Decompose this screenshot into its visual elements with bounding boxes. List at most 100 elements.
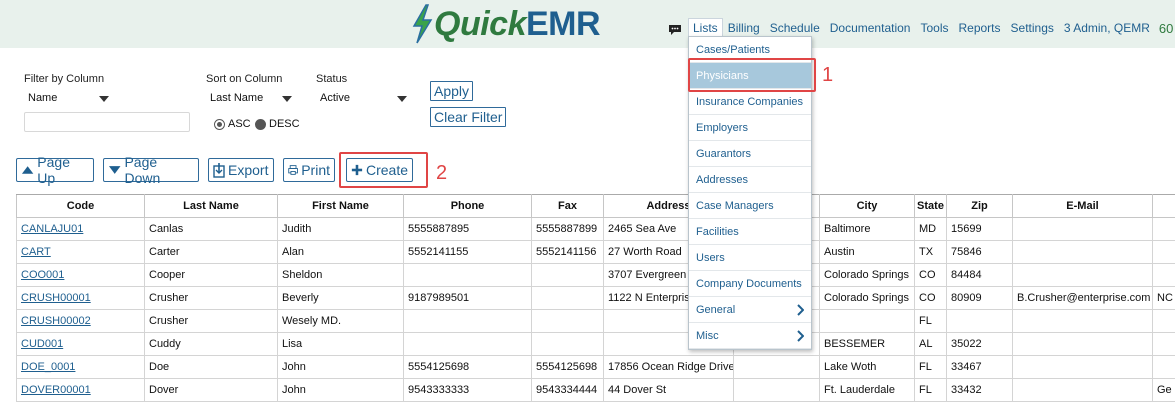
menu-item-case-managers[interactable]: Case Managers bbox=[689, 193, 811, 219]
table-cell: 17856 Ocean Ridge Drive bbox=[603, 355, 734, 379]
table-cell: Crusher bbox=[144, 309, 278, 333]
asc-radio[interactable]: ASC bbox=[214, 118, 251, 130]
menu-item-label: Facilities bbox=[696, 225, 739, 238]
table-cell: 33467 bbox=[946, 355, 1013, 379]
column-header[interactable]: Zip bbox=[946, 194, 1013, 218]
desc-radio[interactable]: DESC bbox=[255, 118, 300, 130]
triangle-down-icon bbox=[108, 166, 121, 174]
column-header[interactable]: Code bbox=[16, 194, 145, 218]
app-header: QuickEMR Lists Billing Schedule Document… bbox=[0, 0, 1175, 48]
table-cell bbox=[733, 378, 820, 402]
apply-button[interactable]: Apply bbox=[430, 81, 474, 101]
physicians-table: CodeLast NameFirst NamePhoneFaxAddressAd… bbox=[16, 194, 1175, 402]
logo-text-emr: EMR bbox=[525, 5, 601, 43]
table-cell: John bbox=[277, 378, 404, 402]
nav-documentation[interactable]: Documentation bbox=[825, 18, 916, 38]
table-cell bbox=[1152, 355, 1175, 379]
menu-item-label: Users bbox=[696, 251, 725, 264]
chevron-right-icon bbox=[797, 329, 804, 342]
table-cell: 44 Dover St bbox=[603, 378, 734, 402]
create-highlight-box bbox=[339, 152, 428, 188]
table-cell: 84484 bbox=[946, 263, 1013, 287]
table-cell: Judith bbox=[277, 217, 404, 241]
menu-item-addresses[interactable]: Addresses bbox=[689, 167, 811, 193]
page-down-button[interactable]: Page Down bbox=[103, 154, 199, 186]
filter-text-input[interactable] bbox=[24, 112, 190, 132]
sort-column-select[interactable]: Last Name bbox=[206, 90, 298, 108]
export-button[interactable]: Export bbox=[208, 158, 274, 182]
nav-user[interactable]: 3 Admin, QEMR bbox=[1059, 18, 1155, 38]
table-cell: NC bbox=[1152, 286, 1175, 310]
session-count: 60 bbox=[1158, 20, 1174, 36]
column-header[interactable]: City bbox=[819, 194, 915, 218]
menu-item-misc[interactable]: Misc bbox=[689, 323, 811, 349]
callout-1: 1 bbox=[822, 64, 834, 86]
cell-code: CRUSH00002 bbox=[16, 309, 145, 333]
nav-settings[interactable]: Settings bbox=[1006, 18, 1059, 38]
cell-code: CUD001 bbox=[16, 332, 145, 356]
table-cell: Colorado Springs bbox=[819, 286, 915, 310]
table-cell: B.Crusher@enterprise.com bbox=[1012, 286, 1153, 310]
quickemr-logo: QuickEMR bbox=[410, 4, 601, 44]
chevron-down-icon bbox=[397, 96, 407, 102]
physician-code-link[interactable]: CART bbox=[21, 246, 51, 258]
table-cell: Dover bbox=[144, 378, 278, 402]
table-cell bbox=[946, 309, 1013, 333]
menu-item-facilities[interactable]: Facilities bbox=[689, 219, 811, 245]
column-header[interactable]: First Name bbox=[277, 194, 404, 218]
column-header[interactable]: Phone bbox=[403, 194, 532, 218]
column-header[interactable]: Last Name bbox=[144, 194, 278, 218]
sort-label: Sort on Column bbox=[206, 73, 283, 85]
physician-code-link[interactable]: CANLAJU01 bbox=[21, 223, 83, 235]
table-cell: Doe bbox=[144, 355, 278, 379]
physician-code-link[interactable]: CUD001 bbox=[21, 338, 63, 350]
chat-icon[interactable] bbox=[668, 23, 682, 37]
table-cell: Baltimore bbox=[819, 217, 915, 241]
table-cell: BESSEMER bbox=[819, 332, 915, 356]
nav-schedule[interactable]: Schedule bbox=[765, 18, 825, 38]
nav-tools[interactable]: Tools bbox=[915, 18, 953, 38]
physician-code-link[interactable]: CRUSH00002 bbox=[21, 315, 91, 327]
table-row: COO001 Cooper Sheldon 3707 Evergreen Colorad… bbox=[16, 263, 1175, 287]
column-header[interactable]: State bbox=[914, 194, 947, 218]
table-cell: 5552141155 bbox=[403, 240, 532, 264]
table-header-row: CodeLast NameFirst NamePhoneFaxAddressAd… bbox=[16, 194, 1175, 218]
status-select[interactable]: Active bbox=[316, 90, 413, 108]
menu-item-company-documents[interactable]: Company Documents bbox=[689, 271, 811, 297]
table-cell bbox=[1012, 378, 1153, 402]
chevron-down-icon bbox=[99, 96, 109, 102]
table-cell: TX bbox=[914, 240, 947, 264]
menu-item-users[interactable]: Users bbox=[689, 245, 811, 271]
nav-lists[interactable]: Lists bbox=[688, 18, 723, 38]
table-row: CART Carter Alan 5552141155 5552141156 27 Wor… bbox=[16, 240, 1175, 264]
physician-code-link[interactable]: CRUSH00001 bbox=[21, 292, 91, 304]
table-cell: Beverly bbox=[277, 286, 404, 310]
status-value: Active bbox=[320, 92, 350, 104]
column-header[interactable]: E-Mail bbox=[1012, 194, 1153, 218]
nav-billing[interactable]: Billing bbox=[723, 18, 765, 38]
filter-column-select[interactable]: Name bbox=[24, 90, 115, 108]
physician-code-link[interactable]: COO001 bbox=[21, 269, 64, 281]
menu-item-guarantors[interactable]: Guarantors bbox=[689, 141, 811, 167]
table-cell: Ge bbox=[1152, 378, 1175, 402]
clear-filter-button[interactable]: Clear Filter bbox=[430, 107, 507, 127]
page-up-button[interactable]: Page Up bbox=[16, 154, 94, 186]
menu-item-label: Employers bbox=[696, 121, 748, 134]
table-cell: 9543333333 bbox=[403, 378, 532, 402]
print-button[interactable]: Print bbox=[283, 158, 335, 182]
table-cell: 5555887899 bbox=[531, 217, 604, 241]
physician-code-link[interactable]: DOE_0001 bbox=[21, 361, 75, 373]
table-cell: Crusher bbox=[144, 286, 278, 310]
table-cell: 5554125698 bbox=[531, 355, 604, 379]
chevron-down-icon bbox=[282, 96, 292, 102]
physician-code-link[interactable]: DOVER00001 bbox=[21, 384, 91, 396]
nav-reports[interactable]: Reports bbox=[953, 18, 1005, 38]
physicians-highlight-box bbox=[688, 58, 816, 92]
column-header[interactable]: Fax bbox=[531, 194, 604, 218]
menu-item-general[interactable]: General bbox=[689, 297, 811, 323]
menu-item-insurance-companies[interactable]: Insurance Companies bbox=[689, 89, 811, 115]
column-header[interactable] bbox=[1152, 194, 1175, 218]
table-cell bbox=[819, 309, 915, 333]
triangle-up-icon bbox=[21, 166, 34, 174]
menu-item-employers[interactable]: Employers bbox=[689, 115, 811, 141]
